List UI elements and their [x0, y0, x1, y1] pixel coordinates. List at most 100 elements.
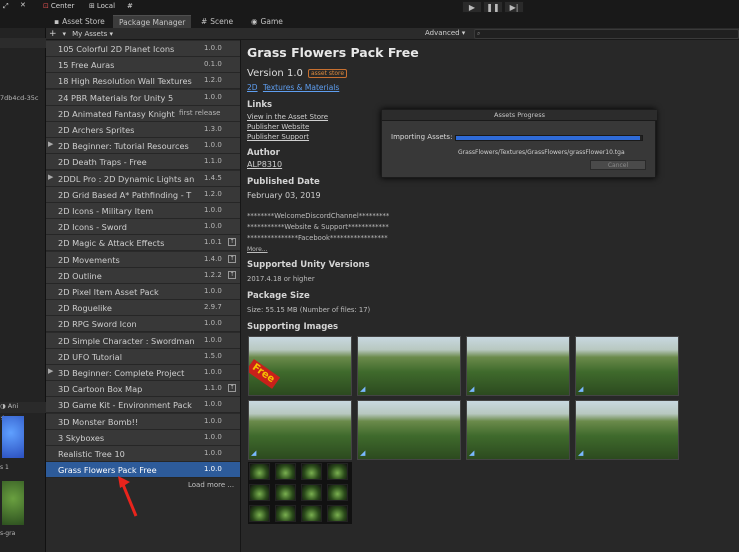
image-icon: ◢ — [578, 385, 584, 393]
package-list-item[interactable]: 2D RPG Sword Icon 1.0.0 — [46, 316, 240, 333]
category-2d-link[interactable]: 2D — [247, 83, 258, 92]
texture-thumb — [327, 463, 348, 480]
texture-thumbnail-grid[interactable] — [248, 462, 352, 524]
supporting-image[interactable]: ◢ — [575, 336, 679, 396]
search-input[interactable]: ⌕ — [474, 29, 739, 39]
package-name: 2D Movements — [58, 254, 120, 265]
update-available-icon: ↑ — [228, 384, 236, 393]
progress-fill — [456, 136, 641, 140]
package-list-item[interactable]: 3D Monster Bomb!! 1.0.0 — [46, 413, 240, 430]
package-name: 18 High Resolution Wall Textures — [58, 76, 192, 87]
package-list-item[interactable]: 2D Movements 1.4.0 ↑ — [46, 251, 240, 268]
expand-arrow-icon[interactable]: ▶ — [48, 173, 53, 181]
scale-tool-icon[interactable]: ⤢ — [3, 2, 9, 11]
image-icon: ◢ — [578, 449, 584, 457]
description-line: ***********Website & Support************ — [247, 223, 389, 231]
pivot-center-toggle[interactable]: ⊡ Center — [43, 2, 74, 10]
asset-thumbnail[interactable] — [2, 416, 24, 458]
package-list-item[interactable]: 2D Death Traps - Free 1.1.0 — [46, 154, 240, 171]
package-list-item[interactable]: 3 Skyboxes 1.0.0 — [46, 429, 240, 446]
description-line: ********WelcomeDiscordChannel********* — [247, 212, 390, 220]
tab-asset-store[interactable]: ▪ Asset Store — [48, 15, 111, 28]
filter-dropdown[interactable]: My Assets ▾ — [72, 30, 113, 38]
tab-scene[interactable]: # Scene — [195, 15, 239, 28]
published-date: February 03, 2019 — [247, 191, 321, 200]
advanced-dropdown[interactable]: Advanced ▾ — [425, 29, 465, 37]
package-list-item[interactable]: 2D Pixel Item Asset Pack 1.0.0 — [46, 284, 240, 300]
package-list-item[interactable]: 24 PBR Materials for Unity 5 1.0.0 — [46, 89, 240, 106]
category-textures-link[interactable]: Textures & Materials — [263, 83, 339, 92]
package-list-item[interactable]: 2D Roguelike 2.9.7 — [46, 300, 240, 317]
supporting-image[interactable]: Free — [248, 336, 352, 396]
author-link[interactable]: ALP8310 — [247, 160, 282, 169]
tab-package-manager[interactable]: Package Manager — [113, 15, 192, 28]
package-list-item[interactable]: 3D Cartoon Box Map 1.1.0 ↑ — [46, 381, 240, 398]
publisher-website-link[interactable]: Publisher Website — [247, 123, 309, 131]
supporting-images-heading: Supporting Images — [247, 322, 339, 332]
package-list-item[interactable]: 2D Simple Character : Swordman 1.0.0 — [46, 332, 240, 349]
package-name: 105 Colorful 2D Planet Icons — [58, 44, 175, 54]
package-list-item[interactable]: Realistic Tree 10 1.0.0 — [46, 446, 240, 462]
package-list-item[interactable]: ▶ 2DDL Pro : 2D Dynamic Lights an 1.4.5 — [46, 170, 240, 187]
pause-button[interactable]: ❚❚ — [483, 1, 503, 13]
package-list-item[interactable]: ▶ 3D Beginner: Complete Project 1.0.0 — [46, 365, 240, 381]
transform-tool-icon[interactable]: ✕ — [20, 1, 26, 9]
package-list-item[interactable]: 105 Colorful 2D Planet Icons 1.0.0 — [46, 41, 240, 57]
package-list-item[interactable]: ▶ 2D Beginner: Tutorial Resources 1.0.0 — [46, 138, 240, 155]
package-size: Size: 55.15 MB (Number of files: 17) — [247, 306, 371, 314]
package-version: 1.4.0 — [204, 254, 222, 263]
package-list-item[interactable]: 2D Icons - Military Item 1.0.0 — [46, 203, 240, 219]
grid-snap-icon[interactable]: # — [127, 2, 133, 10]
publisher-support-link[interactable]: Publisher Support — [247, 133, 309, 141]
play-icon: ▶ — [468, 2, 476, 12]
supporting-image[interactable]: ◢ — [357, 400, 461, 460]
package-name: 2D Archers Sprites — [58, 125, 135, 135]
importing-label: Importing Assets: — [391, 133, 453, 141]
cancel-button[interactable]: Cancel — [590, 160, 646, 170]
guid-fragment: 7db4cd-35c — [0, 94, 39, 102]
asset-store-link[interactable]: View in the Asset Store — [247, 113, 328, 121]
pivot-local-toggle[interactable]: ⊞ Local — [89, 2, 115, 10]
left-panel-header — [0, 38, 46, 48]
package-list-item[interactable]: 3D Game Kit - Environment Pack 1.0.0 — [46, 397, 240, 414]
package-version: 1.3.0 — [204, 125, 222, 133]
add-package-button[interactable]: + — [49, 29, 57, 39]
package-list-item[interactable]: 2D Outline 1.2.2 ↑ — [46, 267, 240, 284]
package-list-item[interactable]: 15 Free Auras 0.1.0 — [46, 57, 240, 74]
more-link[interactable]: More... — [247, 246, 268, 253]
image-icon: ◢ — [251, 449, 257, 457]
step-icon: ▶| — [509, 2, 519, 12]
load-more-link[interactable]: Load more ... — [188, 481, 234, 489]
expand-arrow-icon[interactable]: ▶ — [48, 367, 53, 375]
asset-label: s 1 — [0, 464, 9, 471]
package-name: 2D Grid Based A* Pathfinding - T — [58, 189, 192, 200]
texture-thumb — [327, 505, 348, 522]
package-list-item[interactable]: 2D Grid Based A* Pathfinding - T 1.2.0 — [46, 186, 240, 203]
supporting-image[interactable]: ◢ — [466, 400, 570, 460]
package-version: 1.0.0 — [204, 416, 222, 425]
add-dropdown-icon[interactable]: ▾ — [63, 30, 67, 38]
supporting-image[interactable]: ◢ — [575, 400, 679, 460]
package-list-item[interactable]: 2D Icons - Sword 1.0.0 — [46, 219, 240, 236]
supporting-image[interactable]: ◢ — [466, 336, 570, 396]
tab-game[interactable]: ◉ Game — [245, 15, 289, 28]
package-list-item[interactable]: 2D UFO Tutorial 1.5.0 — [46, 348, 240, 365]
import-file-path: GrassFlowers/Textures/GrassFlowers/grass… — [458, 149, 625, 156]
supporting-image[interactable]: ◢ — [357, 336, 461, 396]
package-version: 1.0.0 — [204, 335, 222, 344]
package-list-item[interactable]: 2D Archers Sprites 1.3.0 — [46, 122, 240, 138]
package-list-item[interactable]: 2D Animated Fantasy Knight first release — [46, 105, 240, 122]
play-button[interactable]: ▶ — [462, 1, 482, 13]
local-icon: ⊞ — [89, 2, 95, 10]
package-version: 2.9.7 — [204, 303, 222, 312]
step-button[interactable]: ▶| — [504, 1, 524, 13]
expand-arrow-icon[interactable]: ▶ — [48, 140, 53, 148]
package-list-item[interactable]: 2D Magic & Attack Effects 1.0.1 ↑ — [46, 235, 240, 252]
supporting-image[interactable]: ◢ — [248, 400, 352, 460]
asset-thumbnail[interactable] — [2, 481, 24, 525]
package-name: 2D Death Traps - Free — [58, 157, 147, 168]
package-list-item[interactable]: 18 High Resolution Wall Textures 1.2.0 — [46, 73, 240, 90]
dialog-title: Assets Progress — [382, 110, 657, 121]
package-name: 2D Icons - Military Item — [58, 206, 154, 216]
animation-tab[interactable]: ◑ Ani — [0, 402, 46, 413]
